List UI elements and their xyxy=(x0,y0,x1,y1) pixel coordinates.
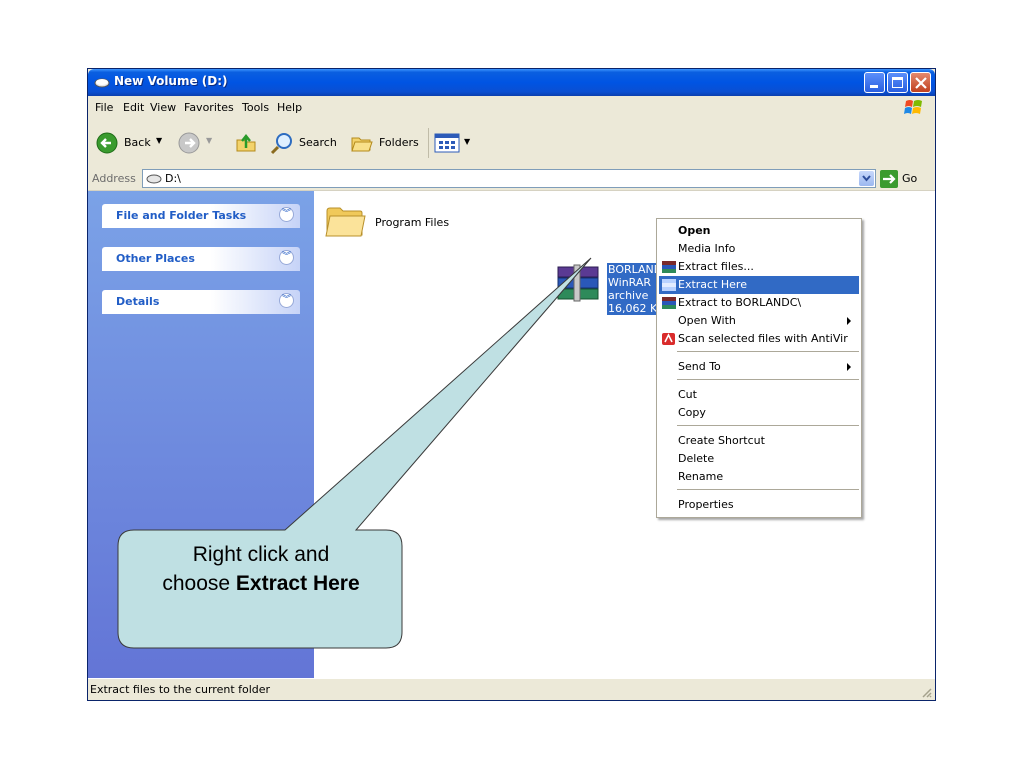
callout-line2-prefix: choose xyxy=(162,572,236,595)
callout-line2-bold: Extract Here xyxy=(235,572,360,595)
callout-balloon xyxy=(117,257,592,649)
callout-text: Right click and choose Extract Here xyxy=(121,540,401,598)
callout-line1: Right click and xyxy=(192,543,330,566)
callout-line2: choose Extract Here xyxy=(121,569,401,598)
